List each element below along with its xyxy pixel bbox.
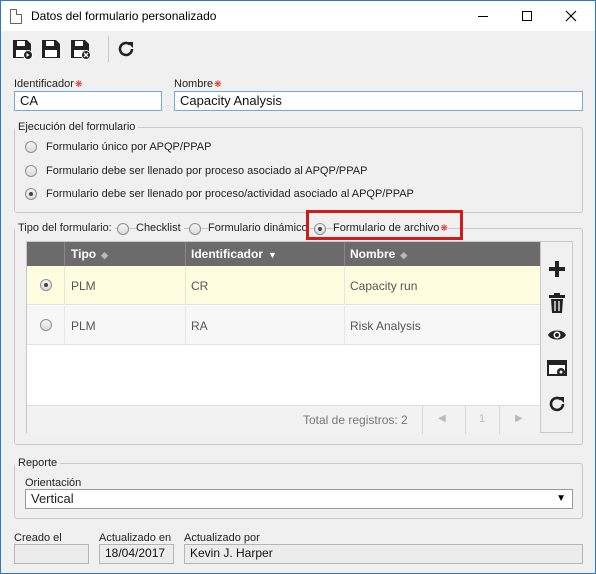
orientacion-select[interactable]: Vertical ▼: [25, 489, 573, 509]
cell-tipo: PLM: [71, 319, 96, 333]
refresh-icon: [549, 396, 565, 412]
cell-identificador: CR: [191, 279, 209, 293]
cell-identificador: RA: [191, 319, 208, 333]
radio-tipo-dinamico-label[interactable]: Formulario dinámico: [208, 222, 310, 234]
ejecucion-title: Ejecución del formulario: [15, 121, 139, 133]
actualizado-en-field: 18/04/2017: [99, 544, 174, 564]
dialog-window: Datos del formulario personalizado Ident…: [0, 0, 596, 574]
refresh-icon: [118, 41, 134, 57]
preview-window-button[interactable]: [545, 357, 569, 381]
save-close-button[interactable]: [68, 37, 92, 61]
files-grid: Tipo ◆ Identificador ▼ Nombre ◆ PLM CR Capa…: [26, 241, 541, 434]
plus-icon: [549, 261, 565, 277]
radio-tipo-checklist-label[interactable]: Checklist: [136, 222, 184, 234]
trash-icon: [549, 293, 565, 313]
radio-tipo-dinamico[interactable]: [189, 223, 201, 235]
save-close-icon: [71, 40, 91, 60]
maximize-button[interactable]: [505, 1, 549, 31]
grid-header: Tipo ◆ Identificador ▼ Nombre ◆: [27, 242, 540, 266]
add-button[interactable]: [545, 257, 569, 281]
required-icon: ❋: [214, 79, 222, 89]
col-identificador[interactable]: Identificador ▼: [191, 247, 277, 261]
cell-tipo: PLM: [71, 279, 96, 293]
toolbar: [1, 31, 595, 67]
row-select-radio[interactable]: [40, 319, 52, 331]
required-icon: ❋: [74, 79, 83, 89]
identificador-label: Identificador❋: [14, 78, 83, 90]
radio-ejecucion-unico-label[interactable]: Formulario único por APQP/PPAP: [46, 141, 211, 153]
row-select-radio[interactable]: [40, 279, 52, 291]
close-button[interactable]: [549, 1, 593, 31]
radio-ejecucion-actividad-label[interactable]: Formulario debe ser llenado por proceso/…: [46, 188, 414, 200]
actualizado-por-field: Kevin J. Harper: [184, 544, 583, 564]
grid-footer: Total de registros: 2 ◀ 1 ▶: [27, 405, 540, 434]
next-page-button[interactable]: ▶: [515, 413, 523, 424]
orientacion-value: Vertical: [31, 491, 74, 506]
save-new-icon: [13, 40, 33, 60]
table-row[interactable]: PLM CR Capacity run: [27, 266, 540, 305]
window-title: Datos del formulario personalizado: [31, 9, 217, 23]
highlight-box: [306, 210, 463, 240]
reporte-title: Reporte: [15, 457, 61, 469]
title-bar: Datos del formulario personalizado: [1, 1, 595, 31]
cell-nombre: Risk Analysis: [350, 319, 421, 333]
total-registros: Total de registros: 2: [303, 413, 408, 427]
refresh-button[interactable]: [114, 37, 138, 61]
close-icon: [565, 10, 577, 22]
grid-refresh-button[interactable]: [545, 392, 569, 416]
nombre-label: Nombre❋: [174, 78, 222, 90]
grid-side-toolbar: [541, 241, 573, 433]
radio-tipo-checklist[interactable]: [117, 223, 129, 235]
maximize-icon: [522, 11, 532, 21]
minimize-button[interactable]: [461, 1, 505, 31]
radio-ejecucion-unico[interactable]: [25, 141, 37, 153]
creado-field: [14, 544, 89, 564]
eye-icon: [548, 330, 566, 340]
actualizado-en-label: Actualizado en: [99, 532, 172, 544]
save-new-button[interactable]: [10, 37, 34, 61]
save-icon: [42, 40, 60, 58]
delete-button[interactable]: [545, 291, 569, 315]
chevron-down-icon: ▼: [556, 493, 566, 504]
radio-ejecucion-actividad[interactable]: [25, 188, 37, 200]
identificador-field[interactable]: CA: [14, 91, 162, 111]
page-number: 1: [479, 413, 486, 425]
creado-label: Creado el: [14, 532, 62, 544]
radio-ejecucion-proceso-label[interactable]: Formulario debe ser llenado por proceso …: [46, 165, 367, 177]
view-button[interactable]: [545, 323, 569, 347]
nombre-field[interactable]: Capacity Analysis: [174, 91, 583, 111]
radio-ejecucion-proceso[interactable]: [25, 165, 37, 177]
prev-page-button[interactable]: ◀: [438, 413, 446, 424]
minimize-icon: [478, 15, 488, 17]
orientacion-label: Orientación: [25, 477, 82, 489]
col-nombre[interactable]: Nombre ◆: [350, 247, 407, 261]
document-icon: [10, 9, 22, 24]
table-row[interactable]: PLM RA Risk Analysis: [27, 306, 540, 345]
toolbar-separator: [108, 36, 109, 62]
col-tipo[interactable]: Tipo ◆: [71, 247, 108, 261]
save-button[interactable]: [39, 37, 63, 61]
window-preview-icon: [547, 360, 567, 376]
tipo-title: Tipo del formulario:: [15, 222, 115, 234]
cell-nombre: Capacity run: [350, 279, 418, 293]
actualizado-por-label: Actualizado por: [184, 532, 260, 544]
